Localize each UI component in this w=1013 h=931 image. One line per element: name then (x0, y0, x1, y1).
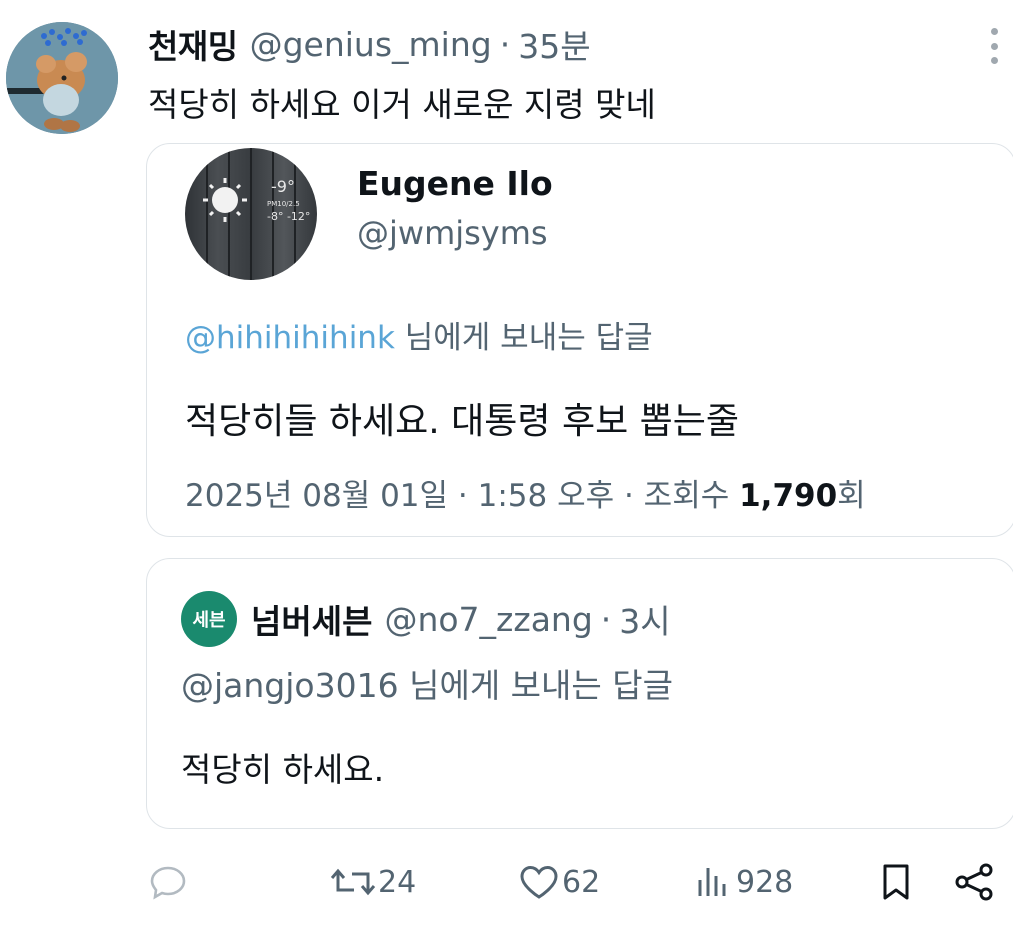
reply-suffix: 님에게 보내는 답글 (404, 320, 653, 356)
separator-dot: · (600, 599, 612, 639)
reply-mention-link[interactable]: @hihihihihink (185, 320, 395, 356)
quoted-tweet-header: 넘버세븐 @no7_zzang · 3시 (251, 595, 671, 643)
quoted-tweet-text: 적당히 하세요. (181, 750, 385, 789)
views-count: 928 (736, 864, 794, 900)
quoted-user-handle[interactable]: @jwmjsyms (357, 214, 548, 252)
reply-mention-link[interactable]: @jangjo3016 (181, 666, 399, 705)
svg-text:-8° -12°: -8° -12° (267, 210, 310, 223)
timestamp[interactable]: 35분 (518, 20, 590, 68)
more-dot-icon (990, 28, 998, 35)
more-dot-icon (990, 42, 998, 50)
tweet-header: 천재밍 @genius_ming · 35분 (148, 20, 591, 68)
quoted-timestamp[interactable]: 3시 (619, 595, 670, 643)
avatar[interactable] (6, 22, 118, 134)
like-count: 62 (562, 864, 601, 900)
quoted-tweet-meta: 2025년 08월 01일 · 1:58 오후 · 조회수 1,790회 (185, 470, 866, 515)
quoted-view-count: 1,790 (739, 478, 838, 514)
reply-suffix: 님에게 보내는 답글 (409, 666, 673, 705)
avatar-image (6, 22, 118, 134)
retweet-count: 24 (378, 864, 417, 900)
retweet-button[interactable]: 24 (330, 860, 416, 904)
views-suffix: 회 (837, 478, 866, 514)
svg-text:PM10/2.5: PM10/2.5 (267, 200, 300, 208)
tweet-text: 적당히 하세요 이거 새로운 지령 맞네 (148, 85, 656, 124)
reply-indicator: @jangjo3016 님에게 보내는 답글 (181, 659, 673, 707)
more-dot-icon (990, 57, 998, 64)
bookmark-button[interactable] (876, 860, 916, 904)
quoted-avatar[interactable]: -9° PM10/2.5 -8° -12° (185, 148, 317, 280)
share-button[interactable] (952, 860, 996, 904)
quoted-user-handle[interactable]: @no7_zzang (384, 600, 592, 639)
reply-button[interactable] (148, 860, 188, 904)
quoted-date: 2025년 08월 01일 · 1:58 오후 · 조회수 (185, 478, 740, 514)
display-name[interactable]: 천재밍 (148, 20, 238, 68)
views-button[interactable]: 928 (694, 860, 793, 904)
avatar-image: -9° PM10/2.5 -8° -12° (203, 148, 310, 280)
quoted-tweet-card[interactable]: 세븐 넘버세븐 @no7_zzang · 3시 @jangjo3016 님에게 … (146, 558, 1013, 829)
share-icon (955, 863, 993, 901)
reply-icon (150, 866, 186, 900)
separator-dot: · (499, 24, 511, 64)
retweet-icon (330, 868, 376, 896)
heart-icon (520, 865, 558, 899)
quoted-tweet-card[interactable]: -9° PM10/2.5 -8° -12° Eugene Ilo @jwmjsy… (146, 143, 1013, 537)
more-options-button[interactable] (984, 28, 1004, 64)
svg-text:-9°: -9° (271, 177, 295, 196)
like-button[interactable]: 62 (518, 860, 600, 904)
quoted-avatar[interactable]: 세븐 (181, 591, 237, 647)
bookmark-icon (883, 864, 909, 900)
quoted-tweet-text: 적당히들 하세요. 대통령 후보 뽑는줄 (185, 401, 740, 442)
reply-indicator: @hihihihihink 님에게 보내는 답글 (185, 312, 653, 357)
analytics-icon (698, 868, 726, 896)
quoted-display-name[interactable]: Eugene Ilo (357, 164, 553, 203)
user-handle[interactable]: @genius_ming (250, 25, 492, 64)
quoted-display-name[interactable]: 넘버세븐 (251, 595, 372, 643)
